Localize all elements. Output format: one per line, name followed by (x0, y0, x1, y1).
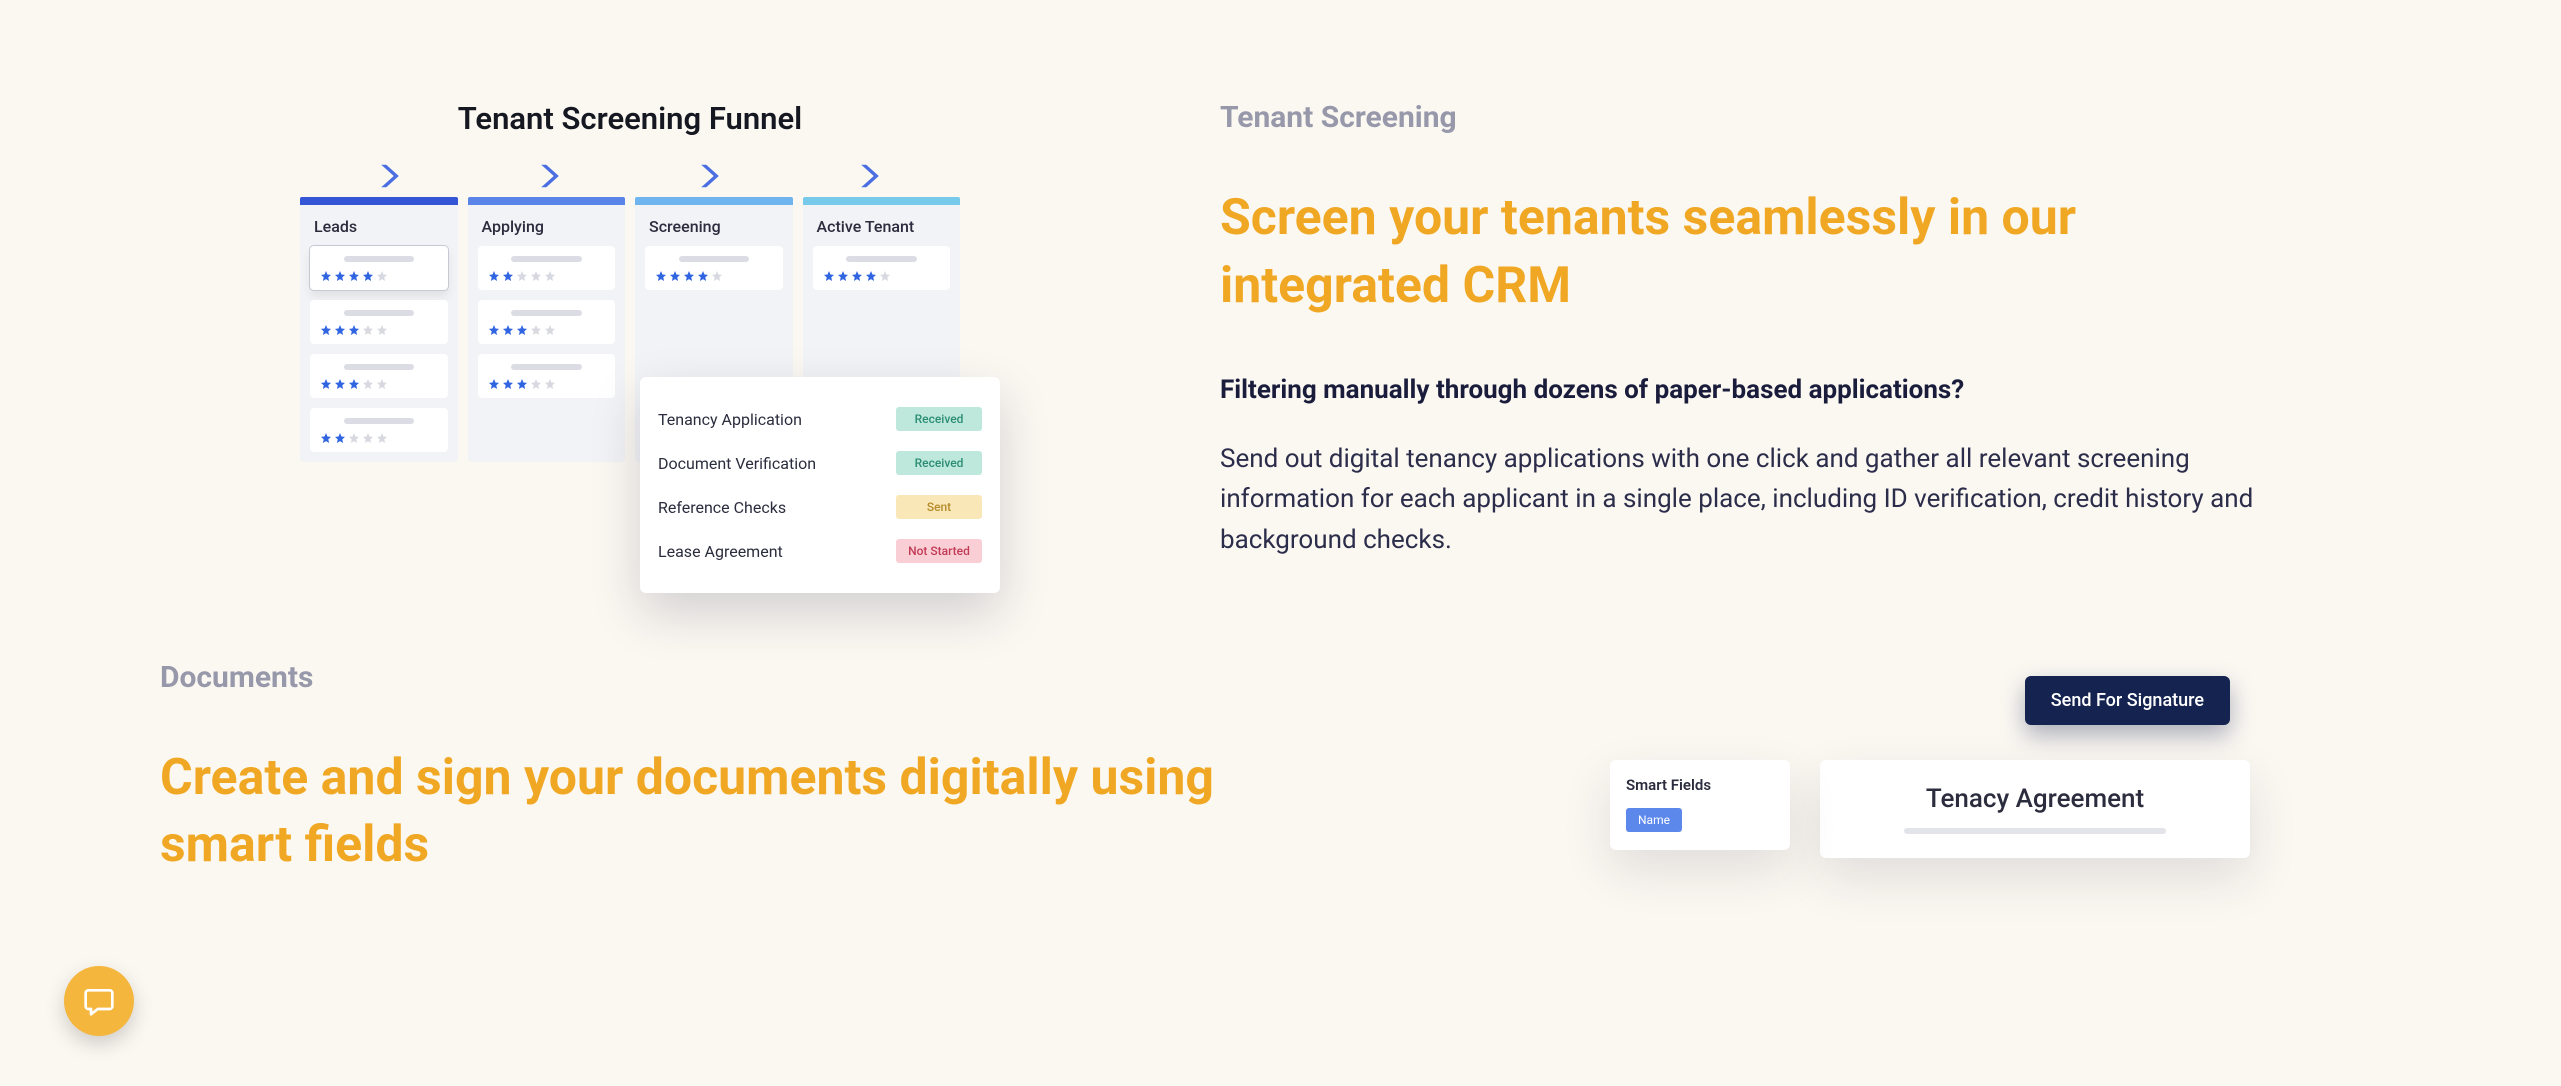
documents-section: Documents Create and sign your documents… (0, 620, 2561, 935)
section-subhead: Filtering manually through dozens of pap… (1220, 375, 2300, 405)
status-pill: Not Started (896, 539, 982, 563)
status-row: Reference Checks Sent (658, 485, 982, 529)
placeholder-line (846, 256, 917, 262)
placeholder-line (679, 256, 750, 262)
smart-field-name-pill[interactable]: Name (1626, 808, 1682, 832)
star-rating (655, 270, 773, 282)
funnel-column-bar (468, 197, 626, 205)
funnel-column-label: Screening (635, 205, 793, 246)
section-headline: Screen your tenants seamlessly in our in… (1220, 185, 2300, 320)
chat-icon (83, 985, 115, 1017)
placeholder-line (1904, 828, 2166, 834)
documents-graphic: Send For Signature Tenacy Agreement Smar… (1540, 660, 2240, 700)
tenant-card[interactable] (310, 408, 448, 452)
status-row-label: Tenancy Application (658, 410, 802, 429)
star-rating (320, 378, 438, 390)
chevron-right-icon (855, 161, 885, 191)
funnel-chevrons (300, 161, 960, 191)
tenant-card[interactable] (478, 300, 616, 344)
star-rating (320, 432, 438, 444)
status-row-label: Lease Agreement (658, 542, 783, 561)
smart-fields-panel: Smart Fields Name (1610, 760, 1790, 850)
star-rating (488, 324, 606, 336)
placeholder-line (344, 310, 415, 316)
status-row: Lease Agreement Not Started (658, 529, 982, 573)
section-body: Send out digital tenancy applications wi… (1220, 439, 2300, 560)
tenant-screening-section: Tenant Screening Funnel LeadsApplyingScr… (0, 0, 2561, 620)
status-pill: Received (896, 407, 982, 431)
funnel-columns: LeadsApplyingScreeningActive Tenant Tenan… (300, 197, 960, 462)
tenant-card[interactable] (310, 300, 448, 344)
status-pill: Sent (896, 495, 982, 519)
funnel-graphic: Tenant Screening Funnel LeadsApplyingScr… (300, 100, 960, 462)
placeholder-line (511, 256, 582, 262)
status-row-label: Reference Checks (658, 498, 786, 517)
tenant-screening-copy: Tenant Screening Screen your tenants sea… (1220, 100, 2300, 560)
placeholder-line (344, 364, 415, 370)
tenant-card[interactable] (478, 354, 616, 398)
star-rating (320, 324, 438, 336)
chevron-right-icon (695, 161, 725, 191)
chevron-right-icon (535, 161, 565, 191)
documents-copy: Documents Create and sign your documents… (160, 660, 1340, 935)
document-title: Tenacy Agreement (1848, 784, 2222, 814)
funnel-column: Applying (468, 197, 626, 462)
section-eyebrow: Tenant Screening (1220, 100, 2300, 135)
funnel-column-label: Leads (300, 205, 458, 246)
tenant-card[interactable] (478, 246, 616, 290)
placeholder-line (344, 256, 415, 262)
status-row: Tenancy Application Received (658, 397, 982, 441)
chevron-right-icon (375, 161, 405, 191)
placeholder-line (511, 364, 582, 370)
funnel-column-bar (635, 197, 793, 205)
send-for-signature-button[interactable]: Send For Signature (2025, 676, 2230, 725)
funnel-column: Leads (300, 197, 458, 462)
tenant-card[interactable] (310, 246, 448, 290)
tenant-card[interactable] (645, 246, 783, 290)
placeholder-line (511, 310, 582, 316)
funnel-column-bar (803, 197, 961, 205)
funnel-title: Tenant Screening Funnel (300, 100, 960, 137)
placeholder-line (344, 418, 415, 424)
section-headline: Create and sign your documents digitally… (160, 745, 1340, 880)
star-rating (823, 270, 941, 282)
tenant-card[interactable] (310, 354, 448, 398)
tenant-card[interactable] (813, 246, 951, 290)
status-row-label: Document Verification (658, 454, 816, 473)
screening-status-popup: Tenancy ApplicationReceivedDocument Veri… (640, 377, 1000, 593)
star-rating (488, 378, 606, 390)
smart-fields-title: Smart Fields (1626, 776, 1774, 794)
funnel-column-bar (300, 197, 458, 205)
funnel-column-label: Applying (468, 205, 626, 246)
funnel-column-label: Active Tenant (803, 205, 961, 246)
status-row: Document Verification Received (658, 441, 982, 485)
chat-launcher-button[interactable] (64, 966, 134, 1036)
status-pill: Received (896, 451, 982, 475)
star-rating (488, 270, 606, 282)
star-rating (320, 270, 438, 282)
document-preview-card: Tenacy Agreement (1820, 760, 2250, 858)
section-eyebrow: Documents (160, 660, 1340, 695)
